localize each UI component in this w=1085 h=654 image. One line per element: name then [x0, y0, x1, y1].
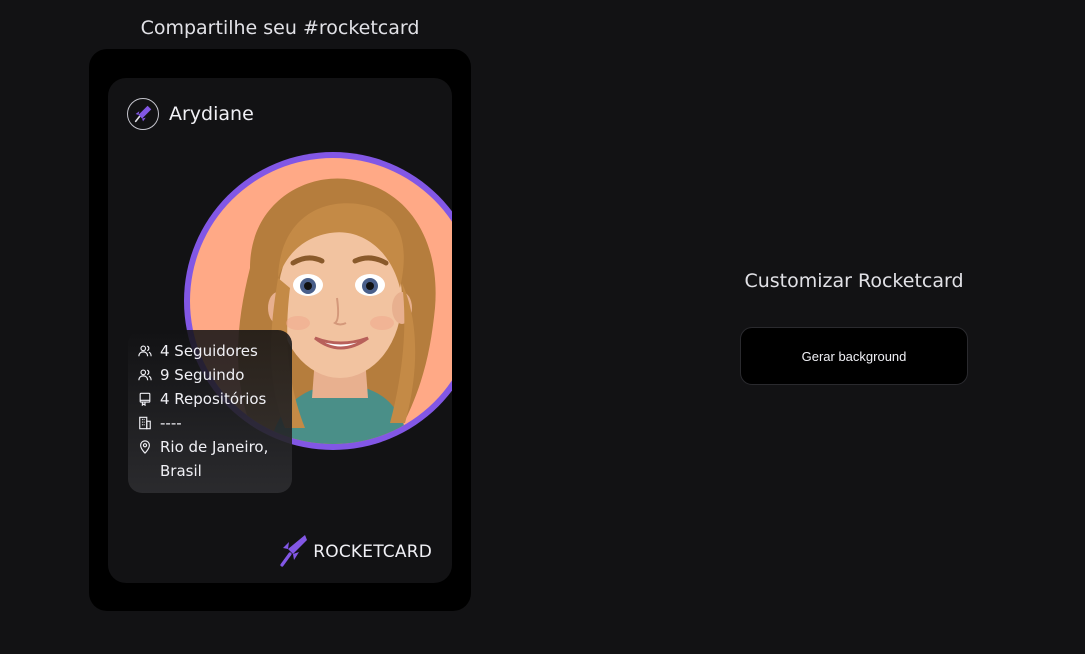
company-icon [138, 411, 152, 435]
rocketcard: Arydiane 4 Seguidores 9 Seguindo 4 Repos… [108, 78, 452, 583]
generate-background-button[interactable]: Gerar background [740, 327, 968, 385]
following-row: 9 Seguindo [138, 363, 284, 387]
location-text: Rio de Janeiro, Brasil [160, 438, 269, 480]
location-pin-icon [138, 435, 152, 459]
stats-panel: 4 Seguidores 9 Seguindo 4 Repositórios -… [128, 330, 292, 493]
customize-title: Customizar Rocketcard [744, 270, 964, 292]
repositories-row: 4 Repositórios [138, 387, 284, 411]
followers-count: 4 Seguidores [160, 342, 258, 360]
repositories-count: 4 Repositórios [160, 390, 267, 408]
rocketcard-frame: Arydiane 4 Seguidores 9 Seguindo 4 Repos… [89, 49, 471, 611]
repository-icon [138, 387, 152, 411]
rocket-icon [127, 98, 159, 130]
card-header: Arydiane [127, 98, 254, 130]
following-icon [138, 363, 152, 387]
rocket-logo-icon [279, 533, 309, 571]
share-title: Compartilhe seu #rocketcard [140, 17, 420, 39]
location-row: Rio de Janeiro, Brasil [138, 435, 284, 483]
brand-logo: ROCKETCARD [279, 533, 432, 571]
followers-icon [138, 339, 152, 363]
user-name: Arydiane [169, 103, 254, 125]
brand-label: ROCKETCARD [313, 542, 432, 562]
company-row: ---- [138, 411, 284, 435]
following-count: 9 Seguindo [160, 366, 245, 384]
company-name: ---- [160, 414, 182, 432]
followers-row: 4 Seguidores [138, 339, 284, 363]
